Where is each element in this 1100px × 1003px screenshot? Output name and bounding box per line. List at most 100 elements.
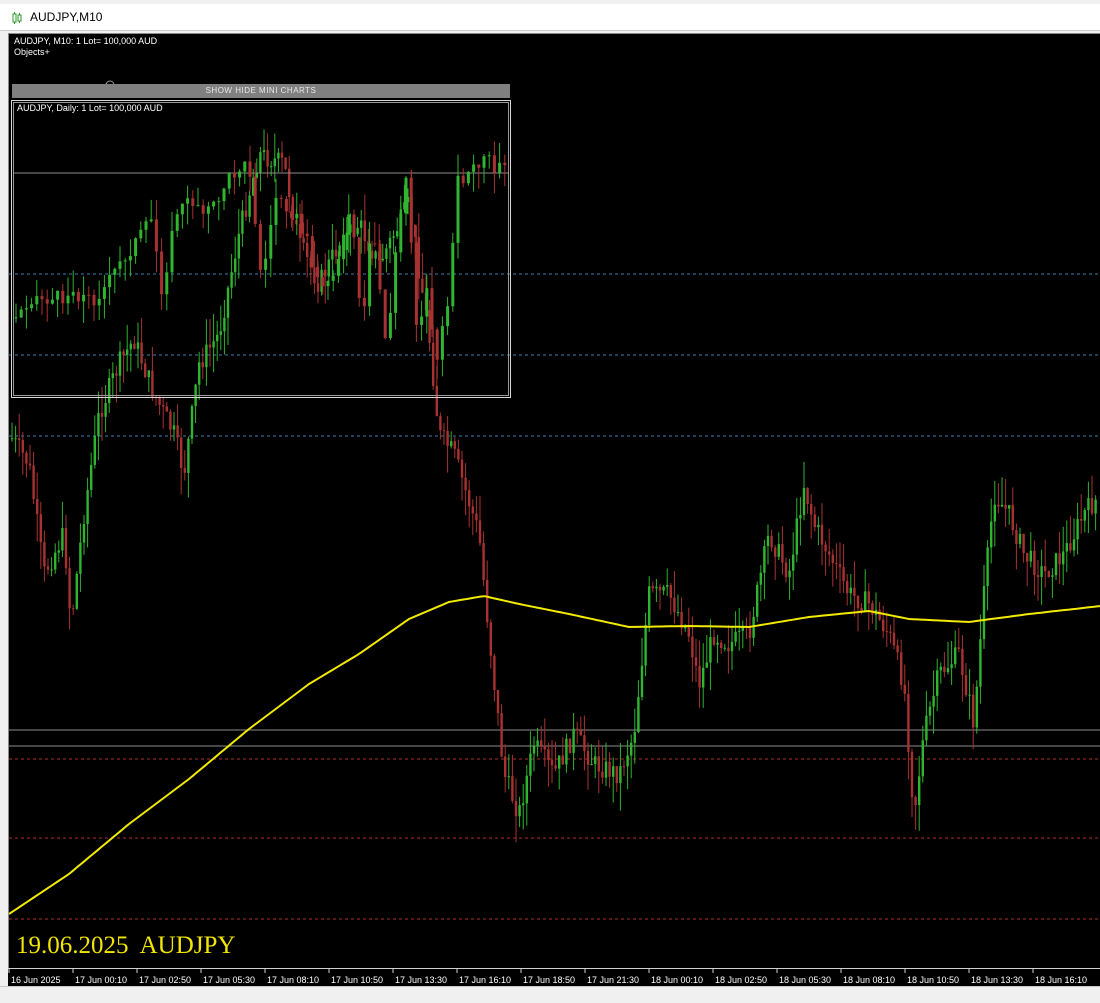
- candle: [892, 615, 896, 650]
- candle: [253, 162, 257, 227]
- candle-body: [76, 291, 80, 302]
- candle: [975, 680, 978, 734]
- show-hide-mini-charts-button[interactable]: SHOW HIDE MINI CHARTS: [12, 84, 510, 98]
- candle-body: [295, 213, 299, 219]
- candle-body: [540, 740, 543, 746]
- candle-body: [532, 745, 536, 754]
- candle: [108, 256, 112, 305]
- candle: [1040, 549, 1043, 605]
- candle-body: [846, 581, 849, 594]
- candle: [835, 543, 838, 580]
- candle-body: [414, 242, 418, 325]
- time-axis-label: 17 Jun 16:10: [459, 975, 511, 985]
- candle-body: [802, 487, 806, 516]
- candle: [409, 170, 413, 255]
- time-axis-label: 18 Jun 08:10: [843, 975, 895, 985]
- candle: [269, 205, 273, 278]
- candle-body: [310, 236, 314, 267]
- candle: [493, 653, 496, 702]
- candle: [57, 540, 60, 563]
- candle-body: [626, 755, 629, 767]
- candle: [662, 584, 665, 596]
- candle-body: [518, 805, 521, 817]
- candle-body: [123, 260, 127, 262]
- mini-chart-panel[interactable]: [11, 100, 511, 398]
- candle: [943, 652, 946, 678]
- candle: [676, 594, 680, 617]
- candle: [795, 497, 798, 563]
- candle-body: [498, 162, 502, 173]
- candle-body: [450, 441, 453, 447]
- candle: [165, 401, 168, 412]
- candle: [165, 262, 169, 311]
- candle: [504, 744, 507, 793]
- candle: [471, 499, 474, 536]
- candle: [190, 404, 194, 444]
- candle-body: [644, 625, 647, 666]
- candle: [806, 487, 809, 514]
- candle-body: [128, 256, 132, 261]
- candle-body: [86, 489, 89, 525]
- candle: [201, 199, 205, 229]
- candle-body: [206, 206, 210, 214]
- candle-body: [849, 587, 852, 594]
- candle: [756, 581, 759, 622]
- candle: [572, 712, 575, 771]
- candle-body: [362, 297, 366, 307]
- chart-window-titlebar[interactable]: AUDJPY,M10: [0, 4, 1100, 31]
- candle: [784, 557, 788, 583]
- candle: [846, 573, 849, 606]
- candle-body: [1000, 504, 1004, 507]
- candle-body: [399, 213, 403, 253]
- candle-body: [882, 619, 885, 632]
- candle: [820, 503, 824, 566]
- candle: [425, 273, 429, 334]
- candle-body: [456, 175, 460, 243]
- candle-body: [601, 771, 604, 778]
- candle: [93, 415, 96, 469]
- candle-body: [368, 243, 372, 307]
- candle: [525, 764, 528, 826]
- candle: [264, 240, 268, 288]
- candle-body: [766, 535, 770, 547]
- candle: [378, 239, 382, 295]
- time-axis-label: 17 Jun 05:30: [203, 975, 255, 985]
- candle: [730, 626, 734, 671]
- candle-body: [774, 547, 777, 557]
- candle: [66, 277, 70, 315]
- candle-body: [604, 761, 608, 778]
- candle-body: [817, 524, 820, 528]
- candle: [633, 708, 636, 764]
- candle: [180, 428, 183, 495]
- candle-body: [910, 751, 914, 798]
- candle: [709, 619, 712, 690]
- candle-body: [525, 775, 528, 804]
- candle-body: [24, 308, 28, 310]
- candle: [925, 691, 928, 747]
- candle-body: [46, 566, 50, 570]
- candle-body: [478, 520, 482, 544]
- candle: [442, 423, 446, 445]
- candle: [1018, 527, 1022, 549]
- candle: [1065, 520, 1068, 573]
- candle: [82, 514, 86, 555]
- candle-body: [727, 647, 730, 652]
- candle: [24, 295, 28, 329]
- candle-body: [928, 706, 932, 716]
- candle-body: [572, 728, 575, 753]
- candle-body: [1040, 566, 1043, 577]
- candle: [46, 558, 50, 575]
- candle-body: [972, 694, 975, 728]
- candle: [583, 715, 586, 771]
- candle-body: [853, 587, 856, 597]
- candle: [489, 619, 492, 669]
- candle: [1069, 516, 1072, 553]
- candle-body: [79, 542, 82, 574]
- candle-body: [45, 299, 49, 304]
- candle-body: [440, 326, 444, 360]
- candle-body: [1015, 530, 1018, 544]
- candle: [903, 664, 906, 702]
- candle-body: [420, 316, 424, 325]
- candle-body: [756, 584, 759, 617]
- objects-label[interactable]: Objects+: [14, 47, 50, 57]
